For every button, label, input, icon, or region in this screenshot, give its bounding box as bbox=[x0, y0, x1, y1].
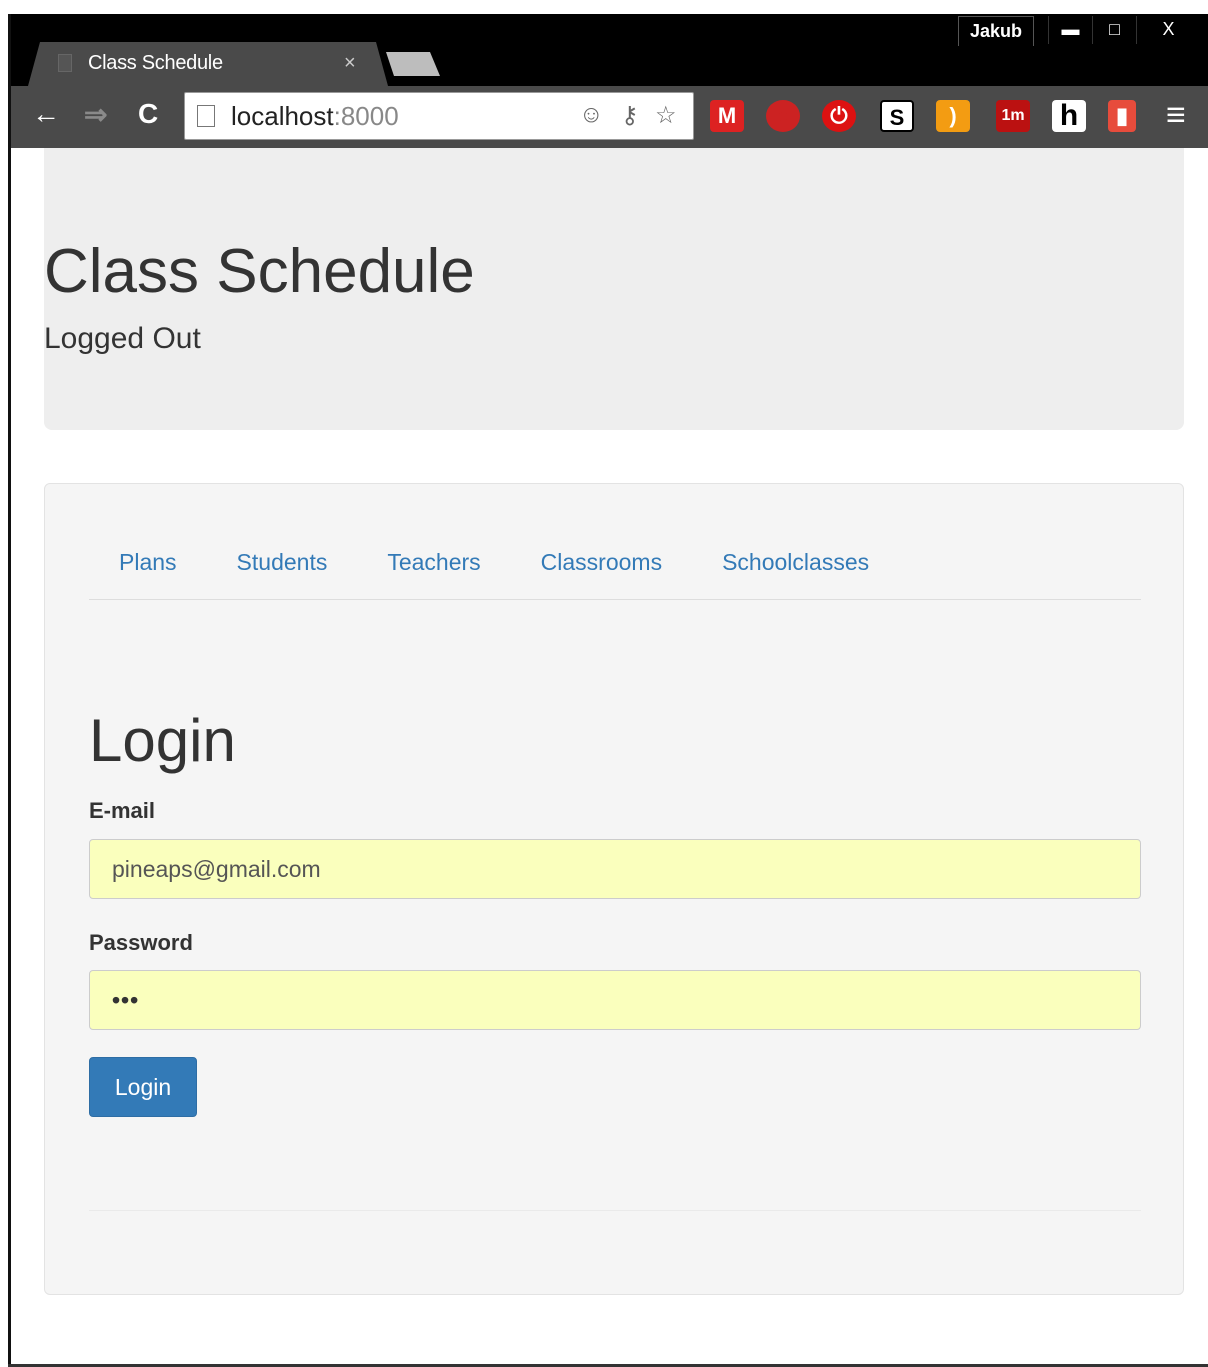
divider bbox=[89, 1210, 1141, 1211]
address-bar[interactable]: localhost:8000 ☺ ⚷ ☆ bbox=[184, 92, 694, 140]
address-port: :8000 bbox=[333, 101, 399, 131]
page-icon bbox=[197, 105, 215, 127]
login-button[interactable]: Login bbox=[89, 1057, 197, 1117]
nav-link-classrooms[interactable]: Classrooms bbox=[511, 534, 692, 600]
close-window-button[interactable]: X bbox=[1136, 16, 1200, 44]
gmail-icon[interactable]: M bbox=[710, 100, 744, 132]
page-favicon-icon bbox=[58, 54, 72, 72]
page-title: Class Schedule bbox=[44, 237, 475, 306]
password-field[interactable]: ••• bbox=[89, 970, 1141, 1030]
maximize-button[interactable]: □ bbox=[1092, 16, 1136, 44]
rss-icon[interactable]: ) bbox=[936, 100, 970, 132]
page-viewport: Class Schedule Logged Out Plans Students… bbox=[12, 148, 1208, 1364]
password-value: ••• bbox=[112, 987, 140, 1013]
key-icon[interactable]: ⚷ bbox=[621, 101, 639, 130]
h-extension-icon[interactable]: h bbox=[1052, 100, 1086, 132]
browser-window: Class Schedule × Jakub ▬ □ X ← ⇒ C local… bbox=[0, 0, 1208, 1367]
login-heading: Login bbox=[89, 707, 236, 774]
tab-close-icon[interactable]: × bbox=[344, 52, 356, 75]
nav-link-plans[interactable]: Plans bbox=[89, 534, 207, 600]
tab-title: Class Schedule bbox=[88, 52, 223, 74]
book-icon[interactable]: ▮ bbox=[1108, 100, 1136, 132]
power-icon[interactable]: ⏻ bbox=[822, 100, 856, 132]
menu-icon[interactable]: ≡ bbox=[1166, 96, 1186, 135]
reload-icon[interactable]: C bbox=[138, 98, 158, 130]
address-host: localhost bbox=[231, 101, 334, 131]
password-label: Password bbox=[89, 930, 193, 955]
reddit-icon[interactable]: ☺ bbox=[579, 101, 604, 129]
window-border-left bbox=[8, 14, 11, 1367]
email-label: E-mail bbox=[89, 798, 156, 823]
nav-link-students[interactable]: Students bbox=[207, 534, 358, 600]
profile-button[interactable]: Jakub bbox=[958, 16, 1034, 46]
timer-1m-icon[interactable]: 1m bbox=[996, 100, 1030, 132]
nav-link-teachers[interactable]: Teachers bbox=[357, 534, 510, 600]
s-extension-icon[interactable]: S bbox=[880, 100, 914, 132]
header-jumbotron: Class Schedule Logged Out bbox=[44, 148, 1184, 430]
login-status: Logged Out bbox=[44, 322, 201, 355]
back-arrow-icon[interactable]: ← bbox=[32, 98, 60, 130]
main-nav: Plans Students Teachers Classrooms Schoo… bbox=[89, 534, 1141, 600]
tomato-icon[interactable]: ● bbox=[766, 100, 800, 132]
minimize-button[interactable]: ▬ bbox=[1048, 16, 1092, 44]
forward-arrow-icon[interactable]: ⇒ bbox=[84, 98, 107, 131]
content-well: Plans Students Teachers Classrooms Schoo… bbox=[44, 483, 1184, 1295]
email-field[interactable]: pineaps@gmail.com bbox=[89, 839, 1141, 899]
nav-link-schoolclasses[interactable]: Schoolclasses bbox=[692, 534, 899, 600]
address-text: localhost:8000 bbox=[231, 101, 399, 132]
bookmark-star-icon[interactable]: ☆ bbox=[655, 101, 677, 130]
